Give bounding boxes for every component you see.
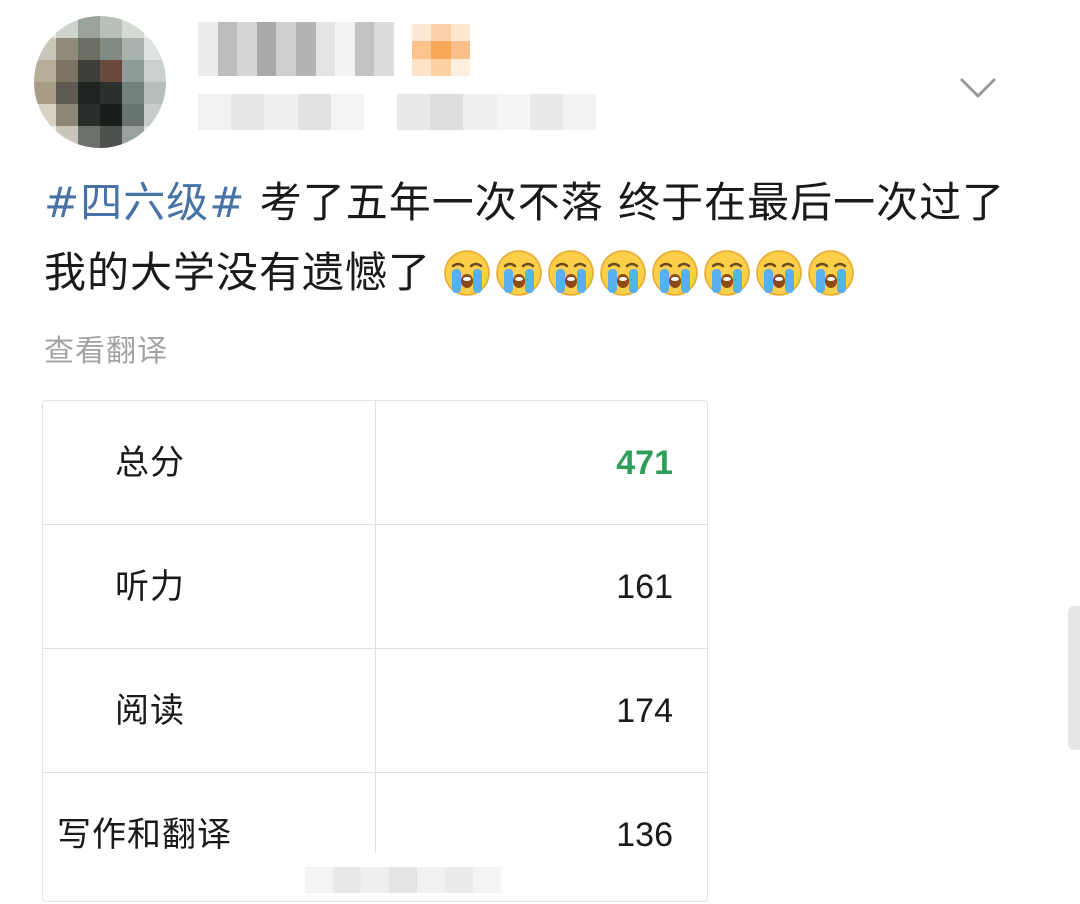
- loudly-crying-face-icon: [547, 248, 595, 296]
- chevron-down-icon[interactable]: [956, 66, 1000, 110]
- username-redacted[interactable]: [198, 22, 394, 76]
- loudly-crying-face-icon: [703, 248, 751, 296]
- loudly-crying-face-icon: [755, 248, 803, 296]
- avatar[interactable]: [34, 16, 166, 148]
- emoji-row: [443, 248, 855, 296]
- score-value: 174: [616, 692, 673, 730]
- loudly-crying-face-icon: [807, 248, 855, 296]
- score-row-listening: 听力 161: [43, 525, 707, 649]
- post-content: #四六级# 考了五年一次不落 终于在最后一次过了 我的大学没有遗憾了: [44, 168, 1044, 308]
- loudly-crying-face-icon: [599, 248, 647, 296]
- scrollbar[interactable]: [1068, 606, 1080, 750]
- score-label: 听力: [115, 567, 185, 607]
- loudly-crying-face-icon: [651, 248, 699, 296]
- score-label: 写作和翻译: [57, 815, 232, 855]
- hashtag-link[interactable]: #四六级#: [44, 178, 245, 227]
- watermark-redacted: [305, 867, 501, 893]
- score-label: 阅读: [115, 691, 185, 731]
- score-row-reading: 阅读 174: [43, 649, 707, 773]
- loudly-crying-face-icon: [495, 248, 543, 296]
- score-label: 总分: [115, 443, 185, 483]
- score-value: 161: [616, 568, 673, 606]
- loudly-crying-face-icon: [443, 248, 491, 296]
- score-row-total: 总分 471: [43, 401, 707, 525]
- post-meta-redacted: [198, 94, 597, 130]
- view-translation-link[interactable]: 查看翻译: [44, 326, 168, 370]
- score-value: 471: [616, 444, 673, 482]
- score-card-image[interactable]: 总分 471 听力 161 阅读 174 写作和翻译 136: [42, 400, 708, 902]
- user-badge-redacted: [412, 24, 470, 76]
- score-value: 136: [616, 816, 673, 854]
